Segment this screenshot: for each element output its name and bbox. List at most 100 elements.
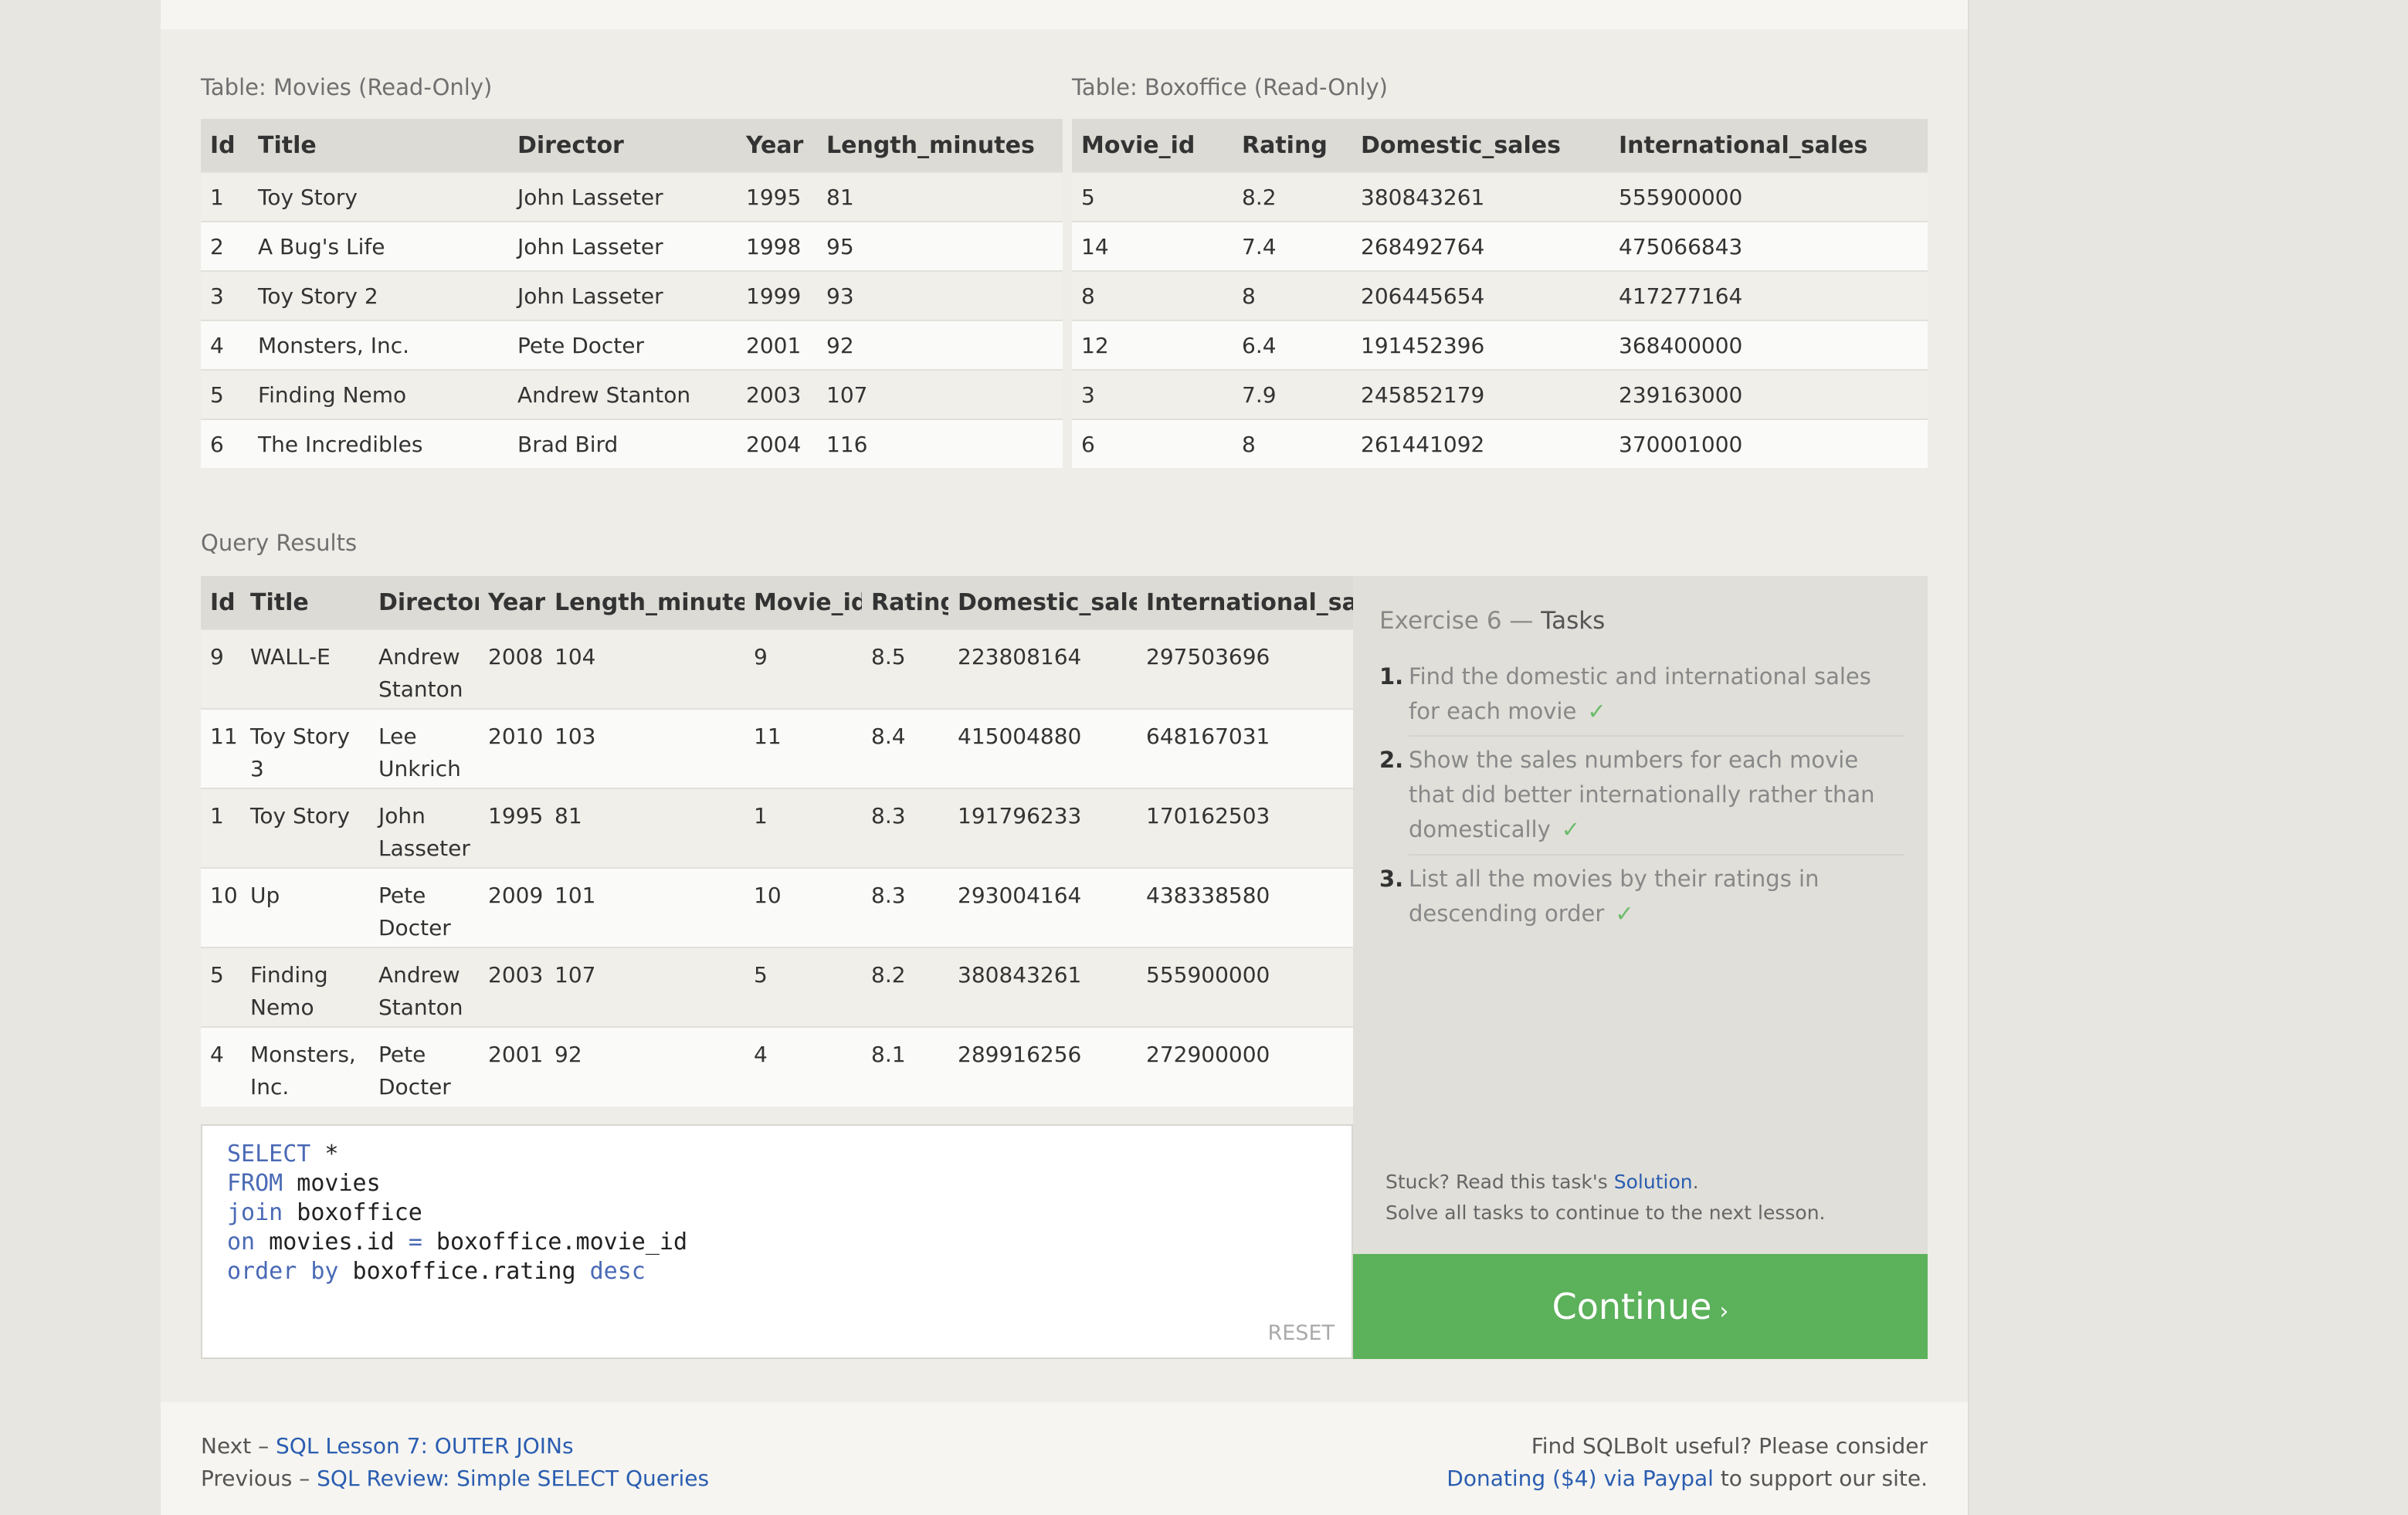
sql-text: movies [283,1170,381,1197]
table-row: 4 Monsters, Inc. Pete Docter 2001 92 4 8.1 2899… [201,1026,1353,1107]
table-cell: 555900000 [1609,171,1928,222]
table-cell: 1995 [737,171,817,222]
table-cell: 245852179 [1352,369,1609,419]
table-cell: 1 [744,788,862,868]
table-cell: Andrew Stanton [369,947,479,1027]
checkmark-icon: ✓ [1587,698,1606,724]
table-cell: 92 [817,320,1063,370]
next-lesson-link[interactable]: SQL Lesson 7: OUTER JOINs [276,1433,574,1459]
checkmark-icon: ✓ [1615,900,1634,927]
table-cell: 92 [545,1026,744,1107]
solve-all-hint: Solve all tasks to continue to the next … [1385,1201,1826,1224]
table-cell: 5 [1072,171,1233,222]
table-cell: 1995 [479,788,545,868]
table-cell: 5 [744,947,862,1027]
table-cell: 3 [201,270,249,320]
table-cell: WALL-E [241,629,369,709]
table-cell: 293004164 [948,867,1137,947]
reset-button[interactable]: RESET [1267,1321,1335,1345]
table-cell: Pete Docter [369,867,479,947]
column-header: International_sales [1609,119,1928,172]
table-cell: 272900000 [1137,1026,1353,1107]
column-header: Movie_id [744,576,862,629]
footer: Next – SQL Lesson 7: OUTER JOINs Previou… [161,1402,1968,1515]
sql-text: boxoffice.rating [338,1258,590,1285]
column-header: Length_minutes [545,576,744,629]
table-cell: 2 [201,221,249,271]
table-cell: 1 [201,788,241,868]
table-cell: 81 [545,788,744,868]
next-lesson: Next – SQL Lesson 7: OUTER JOINs [201,1433,574,1459]
sql-editor[interactable]: SELECT * FROM movies join boxoffice on m… [201,1124,1353,1359]
sql-keyword: = [408,1229,422,1256]
donate-link[interactable]: Donating ($4) via Paypal [1446,1466,1714,1491]
table-cell: Finding Nemo [241,947,369,1027]
column-header: Title [249,119,508,172]
page-edge [1968,0,1969,1515]
table-cell: 206445654 [1352,270,1609,320]
table-cell: Toy Story 2 [249,270,508,320]
table-cell: 2010 [479,708,545,788]
sql-code[interactable]: SELECT * FROM movies join boxoffice on m… [227,1140,687,1286]
stuck-prefix: Stuck? Read this task's [1385,1171,1614,1193]
table-row: 6 8 261441092 370001000 [1072,419,1928,468]
exercise-title: Exercise 6 — Tasks [1379,607,1605,635]
continue-label: Continue [1552,1286,1712,1327]
table-cell: 289916256 [948,1026,1137,1107]
movies-table-body: 1 Toy Story John Lasseter 1995 81 2 A Bug's Li… [201,171,1063,468]
table-cell: 8.4 [862,708,948,788]
query-results-container[interactable]: Id Title Director Year Length_minutes Mo… [201,576,1353,1123]
sql-keyword: FROM [227,1170,283,1197]
sql-keyword: join [227,1199,283,1226]
table-cell: Up [241,867,369,947]
previous-lesson-link[interactable]: SQL Review: Simple SELECT Queries [317,1466,709,1491]
table-cell: 2008 [479,629,545,709]
table-cell: Toy Story [241,788,369,868]
table-cell: 370001000 [1609,419,1928,468]
table-cell: 104 [545,629,744,709]
sql-text: * [310,1140,339,1168]
previous-lesson: Previous – SQL Review: Simple SELECT Que… [201,1466,709,1491]
task-number: 3. [1379,866,1404,892]
top-bar [161,0,1968,29]
chevron-right-icon: › [1719,1298,1729,1325]
table-cell: John Lasseter [508,221,737,271]
table-cell: 239163000 [1609,369,1928,419]
checkmark-icon: ✓ [1561,816,1581,842]
task-number: 1. [1379,663,1404,690]
table-cell: 2001 [479,1026,545,1107]
table-cell: 380843261 [1352,171,1609,222]
column-header: Rating [1233,119,1352,172]
sql-keyword: desc [589,1258,646,1285]
table-cell: 14 [1072,221,1233,271]
table-row: 6 The Incredibles Brad Bird 2004 116 [201,419,1063,468]
task-divider [1409,735,1904,737]
table-row: 11 Toy Story 3 Lee Unkrich 2010 103 11 8.4 4150… [201,708,1353,788]
table-row: 5 8.2 380843261 555900000 [1072,171,1928,222]
table-cell: 8 [1072,270,1233,320]
movies-table-container[interactable]: Id Title Director Year Length_minutes 1T… [201,119,1063,490]
column-header: Id [201,119,249,172]
table-cell: 11 [744,708,862,788]
table-cell: 2001 [737,320,817,370]
table-cell: 5 [201,947,241,1027]
table-cell: Pete Docter [508,320,737,370]
table-row: 5 Finding Nemo Andrew Stanton 2003 107 5 8.2 38… [201,947,1353,1027]
query-results-table: Id Title Director Year Length_minutes Mo… [201,576,1353,1107]
table-cell: 81 [817,171,1063,222]
table-cell: 297503696 [1137,629,1353,709]
table-cell: 555900000 [1137,947,1353,1027]
table-cell: Andrew Stanton [369,629,479,709]
table-cell: 4 [744,1026,862,1107]
table-cell: 11 [201,708,241,788]
table-cell: 6 [1072,419,1233,468]
table-cell: Toy Story [249,171,508,222]
table-cell: 191452396 [1352,320,1609,370]
solution-link[interactable]: Solution [1614,1171,1693,1193]
boxoffice-table-container[interactable]: Movie_id Rating Domestic_sales Internati… [1072,119,1928,490]
movies-header-row: Id Title Director Year Length_minutes [201,119,1063,172]
table-cell: 9 [201,629,241,709]
table-row: 8 8 206445654 417277164 [1072,270,1928,320]
continue-button[interactable]: Continue › [1353,1254,1928,1359]
table-cell: Lee Unkrich [369,708,479,788]
